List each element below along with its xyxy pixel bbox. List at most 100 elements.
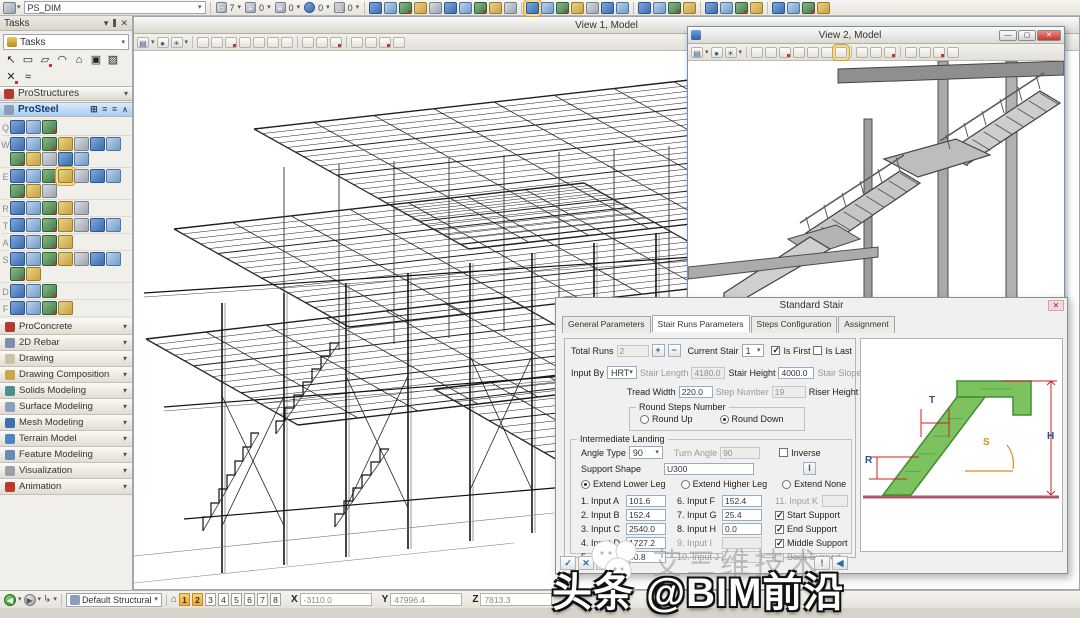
line-weight-dropdown[interactable]: ≡0▾ <box>274 1 302 15</box>
tool-icon[interactable] <box>399 2 412 14</box>
tool-icon[interactable] <box>779 47 791 58</box>
tool-icon[interactable] <box>58 137 73 151</box>
tool-icon[interactable] <box>106 169 121 183</box>
tool-icon[interactable] <box>42 137 57 151</box>
sidebar-section-surface-modeling[interactable]: Surface Modeling▾ <box>0 399 132 415</box>
tool-icon[interactable] <box>10 267 25 281</box>
tool-icon[interactable] <box>459 2 472 14</box>
line-style-dropdown[interactable]: ≡0▾ <box>244 1 272 15</box>
end-support-checkbox[interactable] <box>775 525 784 534</box>
tool-icon[interactable] <box>106 218 121 232</box>
tool-icon[interactable] <box>74 252 89 266</box>
minimize-icon[interactable]: — <box>999 30 1017 41</box>
tool-icon[interactable] <box>225 37 237 48</box>
transparency-dropdown[interactable]: 0▾ <box>303 1 331 15</box>
remove-run-button[interactable]: − <box>668 344 681 357</box>
sidebar-section-terrain-model[interactable]: Terrain Model▾ <box>0 431 132 447</box>
priority-dropdown[interactable]: △0▾ <box>333 1 361 15</box>
tool-icon[interactable] <box>26 301 41 315</box>
tool-icon[interactable] <box>793 47 805 58</box>
snap-mode-icon[interactable]: ↳ <box>43 594 51 605</box>
tool-icon[interactable] <box>42 252 57 266</box>
view2-canvas[interactable] <box>688 61 1064 299</box>
tool-icon[interactable] <box>26 218 41 232</box>
tool-icon[interactable] <box>653 2 666 14</box>
tool-icon[interactable] <box>765 47 777 58</box>
round-down-radio[interactable] <box>720 415 729 424</box>
tool-icon[interactable] <box>571 2 584 14</box>
tool-icon[interactable] <box>58 301 73 315</box>
tool-icon[interactable] <box>541 2 554 14</box>
view-display-mode-icon[interactable]: ▤ <box>691 47 703 58</box>
tool-icon[interactable] <box>42 301 57 315</box>
tool-icon[interactable] <box>26 120 41 134</box>
extend-lower-leg-radio[interactable] <box>581 480 590 489</box>
tool-icon[interactable] <box>267 37 279 48</box>
beam-section-icon[interactable]: I <box>803 462 816 475</box>
view-toggle-2[interactable]: 2 <box>192 593 203 606</box>
maximize-icon[interactable]: ▢ <box>1018 30 1036 41</box>
tool-icon[interactable] <box>10 252 25 266</box>
section-prostructures[interactable]: ProStructures ▾ <box>0 86 132 101</box>
tool-icon[interactable] <box>42 284 57 298</box>
tool-icon[interactable] <box>10 301 25 315</box>
tool-icon[interactable] <box>705 2 718 14</box>
tool-icon[interactable] <box>369 2 382 14</box>
tasks-panel-titlebar[interactable]: Tasks ▾ ✕ <box>0 16 132 31</box>
color-dropdown[interactable]: ▭7▾ <box>215 1 243 15</box>
tool-icon[interactable] <box>26 152 41 166</box>
tool-icon[interactable] <box>817 2 830 14</box>
current-stair-combo[interactable]: 1▾ <box>742 344 765 357</box>
tool-icon[interactable] <box>42 218 57 232</box>
tool-icon[interactable] <box>330 37 342 48</box>
tool-icon[interactable] <box>42 152 57 166</box>
tool-icon[interactable] <box>802 2 815 14</box>
tool-icon[interactable] <box>58 152 73 166</box>
tool-icon[interactable] <box>26 201 41 215</box>
add-run-button[interactable]: + <box>652 344 665 357</box>
input-f-field[interactable] <box>722 495 762 507</box>
y-coordinate-value[interactable]: 47996.4 <box>390 593 462 606</box>
tool-icon[interactable] <box>393 37 405 48</box>
tool-icon[interactable] <box>616 2 629 14</box>
tool-icon[interactable] <box>601 2 614 14</box>
render-mode-icon[interactable]: ● <box>711 47 723 58</box>
view-toggle-4[interactable]: 4 <box>218 593 229 606</box>
tab-stair-runs-parameters[interactable]: Stair Runs Parameters <box>652 315 750 332</box>
level-combo[interactable]: PS_DIM ▾ <box>24 1 206 14</box>
tool-icon[interactable] <box>42 184 57 198</box>
tool-icon[interactable] <box>10 169 25 183</box>
tool-icon[interactable] <box>281 37 293 48</box>
section-prosteel[interactable]: ProSteel ⊞ ≡ ≡ ∧ <box>0 102 132 117</box>
tool-icon[interactable] <box>351 37 363 48</box>
tool-icon[interactable] <box>26 267 41 281</box>
tool-icon[interactable] <box>106 137 121 151</box>
panel-view-mode-icons[interactable]: ⊞ ≡ ≡ <box>90 104 118 115</box>
tool-icon[interactable] <box>668 2 681 14</box>
input-h-field[interactable] <box>722 523 762 535</box>
tool-icon[interactable] <box>750 2 763 14</box>
tool-icon[interactable] <box>905 47 917 58</box>
tool-icon[interactable] <box>489 2 502 14</box>
input-b-field[interactable] <box>626 509 666 521</box>
round-up-radio[interactable] <box>640 415 649 424</box>
tool-icon[interactable] <box>26 184 41 198</box>
tool-icon[interactable] <box>638 2 651 14</box>
tool-icon[interactable] <box>58 201 73 215</box>
x-coordinate-value[interactable]: -3110.0 <box>300 593 372 606</box>
tool-icon[interactable] <box>835 47 847 58</box>
z-coordinate-value[interactable]: 7813.3 <box>480 593 552 606</box>
input-d-field[interactable] <box>626 537 666 549</box>
view-toggle-8[interactable]: 8 <box>270 593 281 606</box>
tool-icon[interactable] <box>947 47 959 58</box>
tool-icon[interactable] <box>26 169 41 183</box>
tool-icon[interactable] <box>316 37 328 48</box>
tool-icon[interactable] <box>751 47 763 58</box>
tool-icon[interactable]: ▭ <box>21 53 35 67</box>
is-last-checkbox[interactable] <box>813 346 822 355</box>
tool-icon[interactable] <box>474 2 487 14</box>
tool-icon[interactable] <box>526 2 539 14</box>
tool-icon[interactable] <box>787 2 800 14</box>
tool-icon[interactable]: ≈ <box>21 70 35 84</box>
tool-icon[interactable] <box>58 169 73 183</box>
